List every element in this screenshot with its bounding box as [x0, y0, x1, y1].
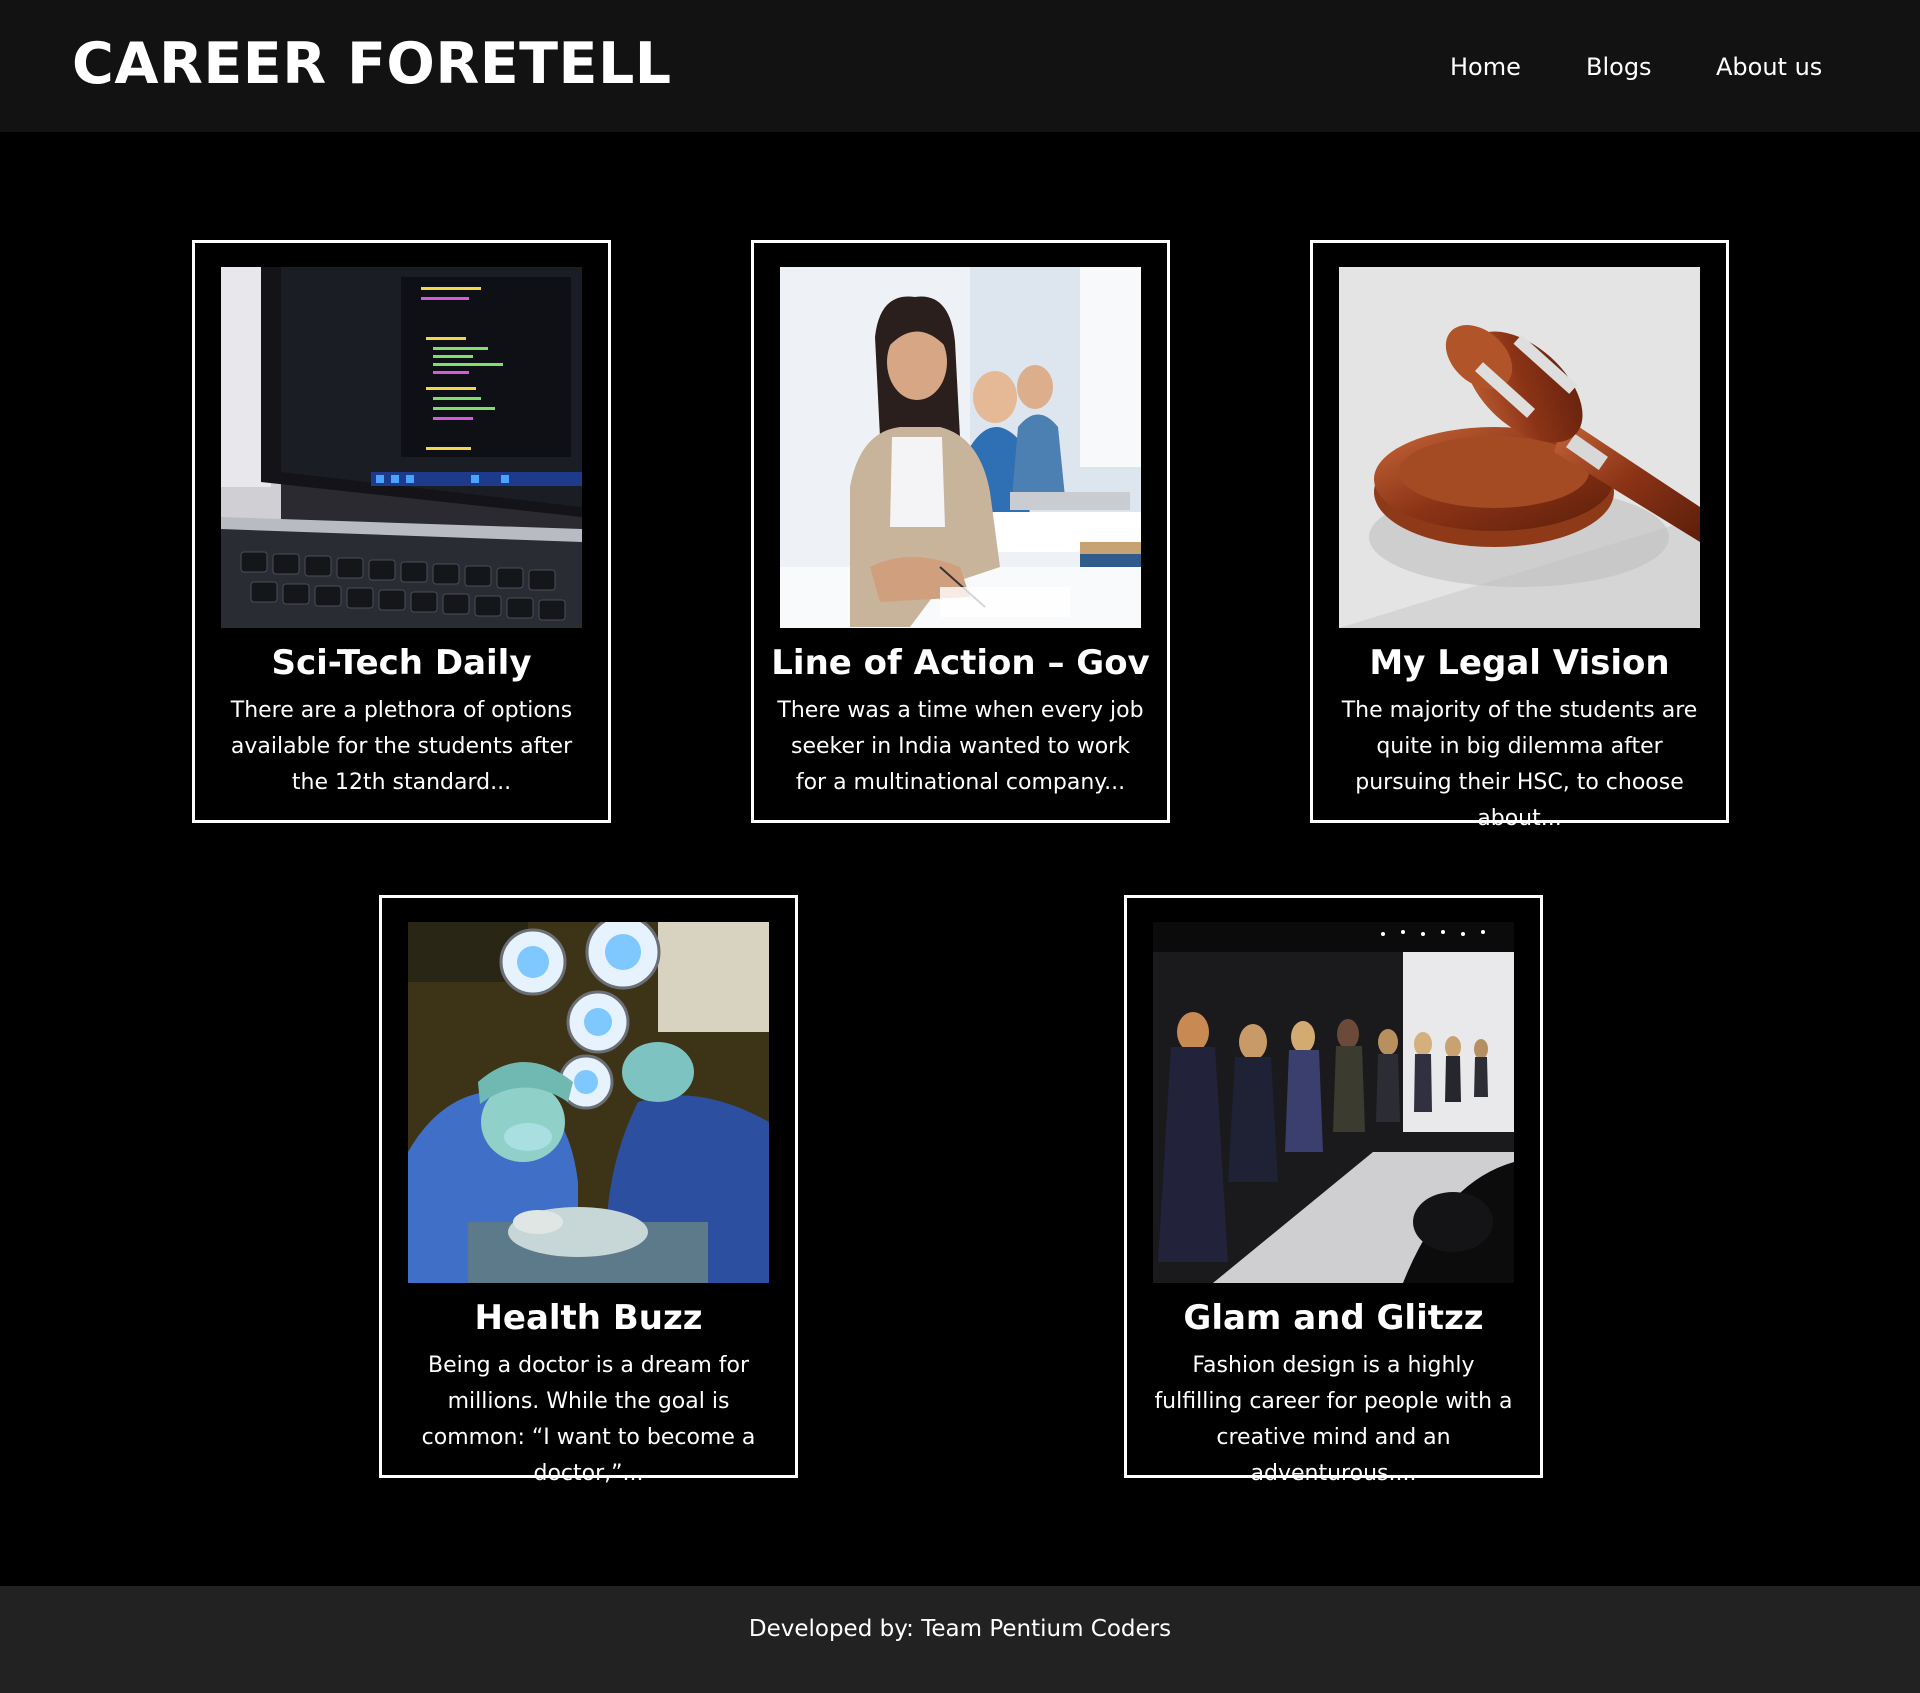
card-excerpt: Fashion design is a highly fulfilling ca… — [1154, 1353, 1513, 1486]
card-title[interactable]: Health Buzz — [382, 1296, 795, 1340]
site-brand[interactable]: CAREER FORETELL — [72, 30, 672, 98]
card-title[interactable]: My Legal Vision — [1313, 641, 1726, 685]
laptop-code-photo — [221, 267, 582, 628]
blog-card-health-buzz[interactable]: Health Buzz Being a doctor is a dream fo… — [379, 895, 798, 1486]
blog-card-legal-vision[interactable]: My Legal Vision The majority of the stud… — [1310, 240, 1729, 831]
card-title[interactable]: Glam and Glitzz — [1127, 1296, 1540, 1340]
students-exam-photo — [780, 267, 1141, 628]
surgeons-photo — [408, 922, 769, 1283]
blog-card-glam-and-glitzz[interactable]: Glam and Glitzz Fashion design is a high… — [1124, 895, 1543, 1486]
blog-card-line-of-action[interactable]: Line of Action – Gov There was a time wh… — [751, 240, 1170, 823]
fashion-runway-photo — [1153, 922, 1514, 1283]
card-excerpt: Being a doctor is a dream for millions. … — [421, 1353, 756, 1486]
card-excerpt: There was a time when every job seeker i… — [777, 698, 1144, 795]
footer-credit: Developed by: Team Pentium Coders — [748, 1616, 1172, 1642]
blog-card-sci-tech[interactable]: Sci-Tech Daily There are a plethora of o… — [192, 240, 611, 823]
top-navbar: CAREER FORETELL Home Blogs About us — [0, 0, 1920, 132]
nav-about-us-link[interactable]: About us — [1716, 50, 1822, 84]
card-excerpt: There are a plethora of options availabl… — [230, 698, 573, 795]
card-excerpt: The majority of the students are quite i… — [1341, 698, 1698, 831]
nav-home-link[interactable]: Home — [1450, 50, 1521, 84]
gavel-photo — [1339, 267, 1700, 628]
site-footer: Developed by: Team Pentium Coders — [0, 1586, 1920, 1693]
card-title[interactable]: Line of Action – Gov — [754, 641, 1167, 685]
card-title[interactable]: Sci-Tech Daily — [195, 641, 608, 685]
nav-blogs-link[interactable]: Blogs — [1586, 50, 1652, 84]
